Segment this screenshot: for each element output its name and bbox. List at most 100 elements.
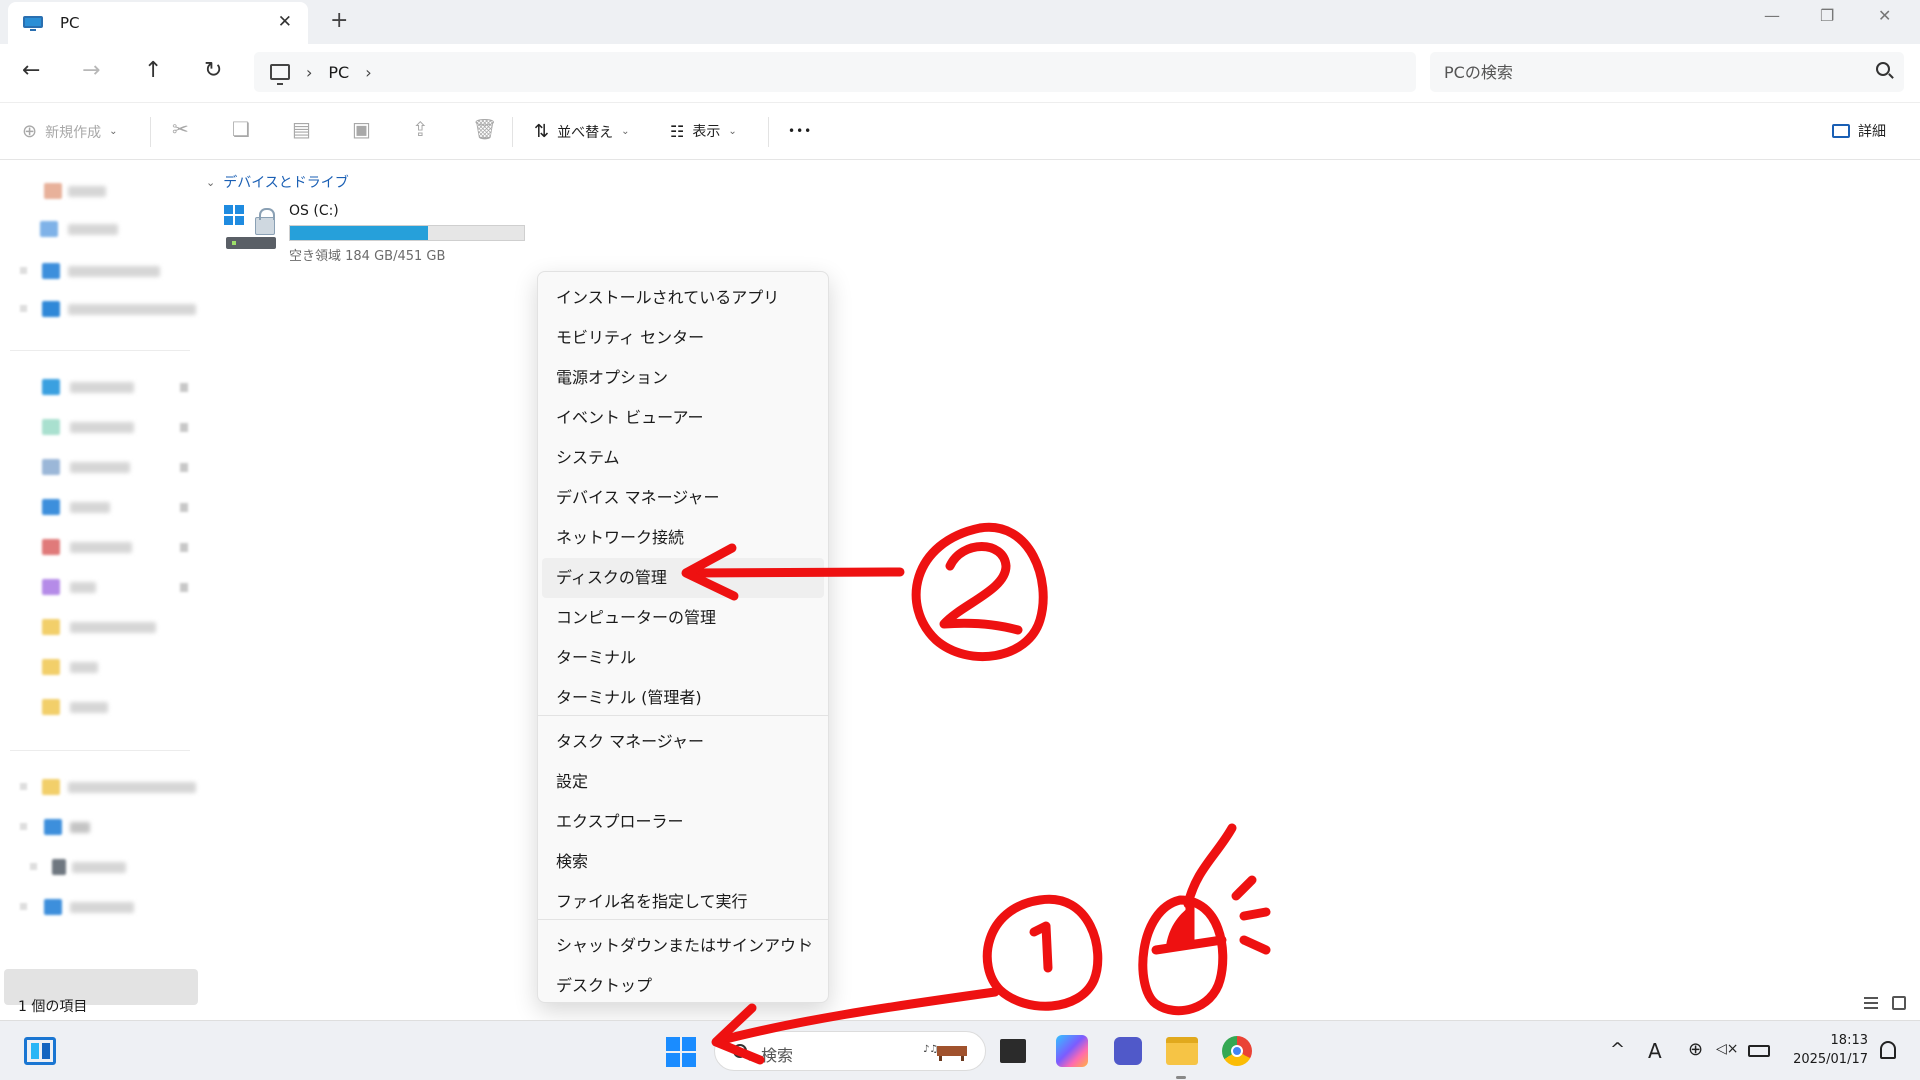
widgets-icon[interactable]	[24, 1037, 56, 1065]
pin-icon	[180, 423, 188, 432]
sidebar-item[interactable]	[0, 616, 200, 638]
menu-item-run[interactable]: ファイル名を指定して実行	[538, 882, 828, 922]
new-button[interactable]: ⊕ 新規作成 ⌄	[22, 121, 117, 142]
menu-item-installed-apps[interactable]: インストールされているアプリ	[538, 278, 828, 318]
sidebar-item[interactable]	[0, 856, 200, 878]
menu-item-device-manager[interactable]: デバイス マネージャー	[538, 478, 828, 518]
up-button[interactable]: ↑	[144, 58, 162, 83]
breadcrumb-pc[interactable]: PC	[328, 63, 349, 82]
new-tab-button[interactable]: +	[330, 8, 348, 33]
tray-overflow-chevron-icon[interactable]: ^	[1610, 1039, 1625, 1060]
sort-icon: ⇅	[534, 121, 550, 142]
clock-date: 2025/01/17	[1793, 1052, 1868, 1067]
copilot-icon[interactable]	[1056, 1035, 1088, 1067]
sidebar-item[interactable]	[0, 656, 200, 678]
drive-os-c[interactable]: OS (C:) 空き領域 184 GB/451 GB	[222, 203, 542, 265]
battery-icon[interactable]	[1748, 1045, 1770, 1057]
sidebar-item[interactable]	[0, 218, 200, 240]
toolbar-divider	[768, 117, 769, 147]
view-button[interactable]: ☷ 表示 ⌄	[670, 121, 737, 141]
ime-icon[interactable]: A	[1648, 1039, 1662, 1063]
sidebar-item[interactable]	[0, 456, 200, 478]
search-icon[interactable]	[1876, 62, 1890, 76]
forward-button[interactable]: →	[82, 58, 100, 83]
drive-usage-fill	[290, 226, 429, 240]
sidebar-item[interactable]	[0, 696, 200, 718]
task-view-icon[interactable]	[1000, 1039, 1026, 1063]
chrome-center	[1231, 1045, 1243, 1057]
details-pane-button[interactable]: 詳細	[1832, 121, 1886, 141]
notification-bell-icon[interactable]	[1880, 1041, 1896, 1059]
click-mark	[1231, 875, 1257, 901]
drive-icon	[52, 859, 66, 875]
menu-item-terminal[interactable]: ターミナル	[538, 638, 828, 678]
network-globe-icon[interactable]: ⊕	[1688, 1039, 1703, 1060]
folder-icon	[44, 183, 62, 199]
winx-context-menu: インストールされているアプリ モビリティ センター 電源オプション イベント ビ…	[537, 271, 829, 1003]
sidebar-item-this-pc-label[interactable]	[0, 816, 200, 838]
breadcrumb-chevron-icon[interactable]: ›	[306, 63, 312, 82]
menu-item-event-viewer[interactable]: イベント ビューアー	[538, 398, 828, 438]
paste-icon[interactable]: ▤	[292, 117, 311, 141]
search-input[interactable]	[1444, 60, 1844, 84]
clock-time: 18:13	[1830, 1033, 1868, 1048]
menu-item-task-manager[interactable]: タスク マネージャー	[538, 722, 828, 762]
sidebar-item[interactable]	[0, 576, 200, 598]
close-tab-icon[interactable]: ✕	[278, 12, 292, 32]
refresh-button[interactable]: ↻	[204, 58, 222, 83]
cut-icon[interactable]: ✂	[172, 117, 189, 141]
menu-item-shutdown-signout[interactable]: シャットダウンまたはサインアウト	[538, 926, 828, 966]
computer-icon	[270, 64, 290, 85]
address-bar[interactable]: › PC ›	[254, 52, 1416, 92]
sidebar-item[interactable]	[0, 496, 200, 518]
sidebar-item[interactable]	[0, 298, 200, 320]
pin-icon	[180, 543, 188, 552]
copy-icon[interactable]: ❏	[232, 117, 250, 141]
sidebar-item[interactable]	[0, 180, 200, 202]
tab-pc[interactable]: PC ✕	[8, 2, 308, 44]
search-box[interactable]	[1430, 52, 1904, 92]
devices-and-drives-header[interactable]: ⌄ デバイスとドライブ	[206, 172, 349, 192]
menu-item-terminal-admin[interactable]: ターミナル (管理者)	[538, 678, 828, 718]
menu-item-network-connections[interactable]: ネットワーク接続	[538, 518, 828, 558]
minimize-button[interactable]: —	[1764, 6, 1780, 25]
menu-item-file-explorer[interactable]: エクスプローラー	[538, 802, 828, 842]
menu-item-search[interactable]: 検索	[538, 842, 828, 882]
teams-icon[interactable]	[1114, 1037, 1142, 1065]
menu-item-mobility-center[interactable]: モビリティ センター	[538, 318, 828, 358]
folder-icon	[42, 699, 60, 715]
menu-item-computer-management[interactable]: コンピューターの管理	[538, 598, 828, 638]
close-window-button[interactable]: ✕	[1878, 6, 1891, 25]
menu-item-power-options[interactable]: 電源オプション	[538, 358, 828, 398]
taskbar-search[interactable]: 検索 ♪♫	[714, 1031, 986, 1071]
sidebar-item[interactable]	[0, 260, 200, 282]
menu-item-system[interactable]: システム	[538, 438, 828, 478]
folder-icon	[42, 263, 60, 279]
sidebar-item[interactable]	[0, 376, 200, 398]
more-options-button[interactable]: •••	[788, 124, 812, 138]
restore-button[interactable]: ❐	[1820, 6, 1834, 25]
new-label: 新規作成	[45, 124, 102, 141]
menu-item-settings[interactable]: 設定	[538, 762, 828, 802]
file-explorer-icon[interactable]	[1166, 1037, 1198, 1065]
search-icon	[733, 1044, 747, 1058]
share-icon[interactable]: ⇪	[412, 117, 429, 141]
sort-button[interactable]: ⇅ 並べ替え ⌄	[534, 121, 629, 142]
volume-muted-icon[interactable]: ◁×	[1716, 1041, 1739, 1057]
sidebar-item[interactable]	[0, 896, 200, 918]
search-highlight-icon: ♪♫	[923, 1044, 967, 1061]
tiles-view-icon[interactable]	[1892, 996, 1906, 1010]
toolbar-divider	[150, 117, 151, 147]
back-button[interactable]: ←	[22, 58, 40, 83]
delete-icon[interactable]: 🗑	[472, 117, 497, 141]
sidebar-item[interactable]	[0, 416, 200, 438]
clock[interactable]: 18:13 2025/01/17	[1788, 1031, 1868, 1069]
menu-item-desktop[interactable]: デスクトップ	[538, 966, 828, 1006]
menu-item-disk-management[interactable]: ディスクの管理	[542, 558, 824, 598]
breadcrumb-chevron-icon[interactable]: ›	[365, 63, 371, 82]
start-button[interactable]	[666, 1037, 696, 1067]
sidebar-item[interactable]	[0, 536, 200, 558]
details-view-icon[interactable]	[1864, 997, 1878, 1009]
sidebar-item[interactable]	[0, 776, 200, 798]
rename-icon[interactable]: ▣	[352, 117, 371, 141]
